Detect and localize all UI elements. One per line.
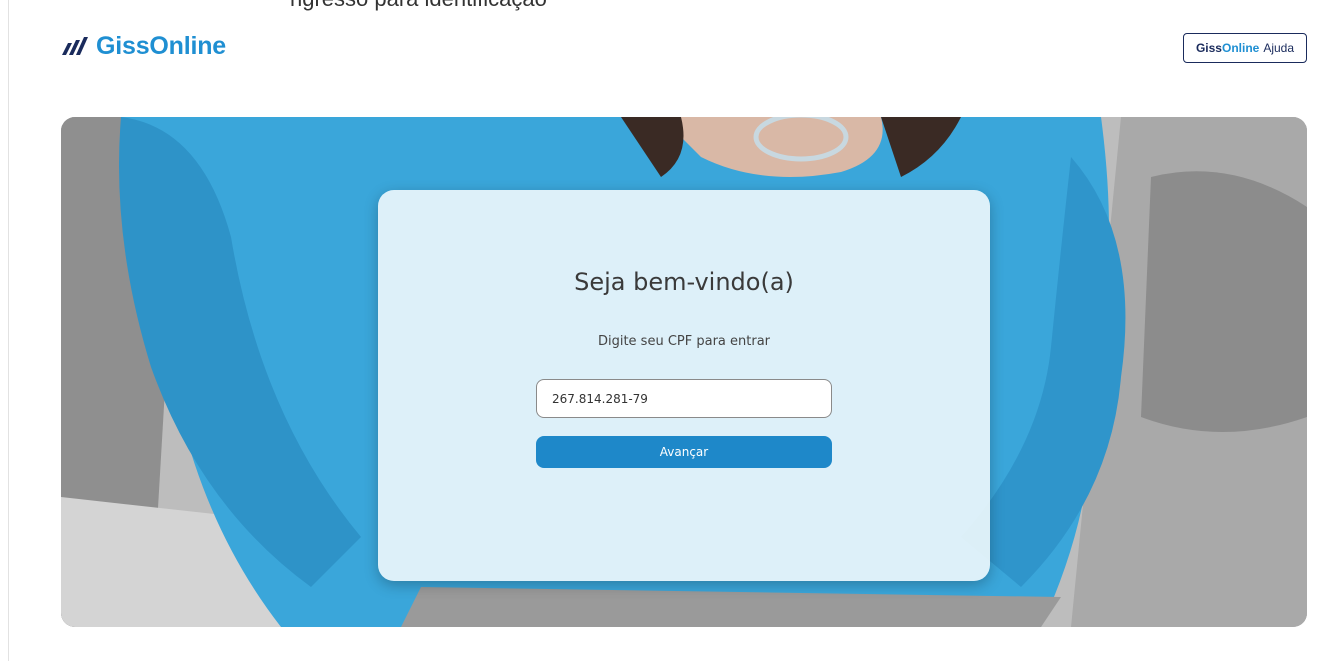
login-card: Seja bem-vindo(a) Digite seu CPF para en… bbox=[378, 190, 990, 581]
advance-button[interactable]: Avançar bbox=[536, 436, 832, 468]
help-brand-online: Online bbox=[1221, 41, 1260, 55]
welcome-title: Seja bem-vindo(a) bbox=[574, 268, 794, 296]
cpf-instruction: Digite seu CPF para entrar bbox=[597, 334, 771, 349]
help-brand-giss: Giss bbox=[1195, 41, 1222, 55]
help-button[interactable]: Giss Online Ajuda bbox=[1183, 33, 1307, 63]
cpf-input[interactable] bbox=[536, 379, 832, 418]
window-edge bbox=[8, 0, 9, 661]
logo-text: GissOnline bbox=[96, 31, 226, 60]
bar-chart-slant-icon bbox=[62, 37, 88, 55]
gissonline-logo[interactable]: GissOnline bbox=[60, 30, 226, 62]
cropped-heading: ngresso para identificação bbox=[290, 0, 547, 12]
help-label: Ajuda bbox=[1263, 41, 1295, 55]
